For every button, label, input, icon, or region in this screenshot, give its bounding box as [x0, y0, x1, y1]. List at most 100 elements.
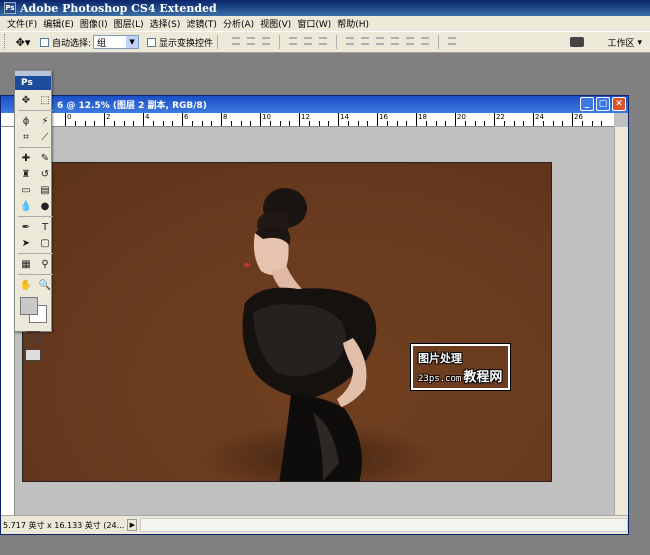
ruler-label: 24	[535, 113, 544, 121]
menu-view[interactable]: 视图(V)	[257, 17, 294, 30]
align-right-icon[interactable]	[317, 35, 329, 47]
status-menu-arrow[interactable]: ▶	[127, 519, 138, 531]
auto-select-dropdown[interactable]: 组 ▼	[93, 35, 140, 49]
magic-wand-tool-icon[interactable]: ⚡	[37, 114, 53, 128]
tool-separator	[18, 147, 53, 148]
separator	[438, 35, 440, 49]
watermark-subtitle: 教程网	[463, 369, 503, 385]
quick-mask-icon	[29, 333, 37, 341]
ruler-label: 8	[223, 113, 228, 121]
ruler-origin[interactable]	[1, 113, 15, 127]
distribute-vcenter-icon[interactable]	[359, 35, 371, 47]
camera-icon[interactable]	[570, 37, 584, 47]
dodge-tool-icon[interactable]: ●	[37, 199, 53, 213]
menu-image[interactable]: 图像(I)	[77, 17, 111, 30]
notes-tool-icon[interactable]: ▦	[18, 257, 34, 271]
auto-align-icon[interactable]	[446, 35, 458, 47]
distribute-top-icon[interactable]	[344, 35, 356, 47]
screen-mode-button[interactable]	[25, 349, 41, 361]
ruler-label: 2	[106, 113, 111, 121]
tool-separator	[18, 216, 53, 217]
ruler-minor-tick	[133, 121, 135, 126]
align-top-icon[interactable]	[230, 35, 242, 47]
ruler-minor-tick	[357, 121, 359, 126]
distribute-bottom-icon[interactable]	[374, 35, 386, 47]
ruler-minor-tick	[123, 121, 125, 126]
ruler-minor-tick	[552, 121, 554, 126]
ruler-minor-tick	[347, 121, 349, 126]
brush-tool-icon[interactable]: ✎	[37, 151, 53, 165]
shape-tool-icon[interactable]: ▢	[37, 236, 53, 250]
foreground-color-swatch[interactable]	[20, 297, 38, 315]
ruler-minor-tick	[84, 121, 86, 126]
lasso-tool-icon[interactable]: ϕ	[18, 114, 34, 128]
ruler-minor-tick	[328, 121, 330, 126]
quick-mask-button[interactable]	[25, 331, 41, 343]
menu-file[interactable]: 文件(F)	[4, 17, 40, 30]
move-tool-icon[interactable]: ✥	[18, 93, 34, 107]
window-controls: _ ▢ ✕	[580, 97, 626, 111]
zoom-tool-icon[interactable]: 🔍	[37, 278, 53, 292]
vertical-ruler[interactable]	[1, 127, 15, 515]
auto-select-checkbox[interactable]	[40, 37, 49, 47]
horizontal-ruler[interactable]: 0 2 4 6 8 10 12 14 16 18 20 22 24 26	[15, 113, 614, 127]
crop-tool-icon[interactable]: ⌗	[18, 130, 34, 144]
ruler-major-tick	[65, 113, 66, 126]
hand-tool-icon[interactable]: ✋	[18, 278, 34, 292]
align-vcenter-icon[interactable]	[245, 35, 257, 47]
menu-analysis[interactable]: 分析(A)	[220, 17, 257, 30]
ruler-minor-tick	[250, 121, 252, 126]
ruler-minor-tick	[396, 121, 398, 126]
path-selection-icon[interactable]: ➤	[18, 236, 34, 250]
history-brush-icon[interactable]: ↺	[37, 167, 53, 181]
menu-window[interactable]: 窗口(W)	[294, 17, 334, 30]
photoshop-logo: Ps	[15, 76, 51, 90]
align-bottom-icon[interactable]	[260, 35, 272, 47]
close-button[interactable]: ✕	[612, 97, 626, 111]
ruler-minor-tick	[191, 121, 193, 126]
watermark: 图片处理 23ps.com 教程网	[410, 343, 511, 391]
chevron-down-icon: ▼	[126, 36, 139, 48]
menu-layer[interactable]: 图层(L)	[111, 17, 147, 30]
eyedropper-tool-icon[interactable]: ⚲	[37, 257, 53, 271]
gradient-tool-icon[interactable]: ▤	[37, 183, 53, 197]
watermark-url: 23ps.com	[418, 373, 462, 384]
vertical-scrollbar[interactable]	[614, 127, 628, 515]
menu-edit[interactable]: 编辑(E)	[40, 17, 77, 30]
ruler-label: 18	[418, 113, 427, 121]
type-tool-icon[interactable]: T	[37, 220, 53, 234]
pen-tool-icon[interactable]: ✒	[18, 220, 34, 234]
blur-tool-icon[interactable]: 💧	[18, 199, 34, 213]
model-figure	[242, 188, 377, 481]
workspace-button[interactable]: 工作区 ▾	[607, 36, 642, 50]
separator	[336, 35, 338, 49]
menu-filter[interactable]: 滤镜(T)	[183, 17, 220, 30]
ruler-major-tick	[455, 113, 456, 126]
menu-help[interactable]: 帮助(H)	[334, 17, 372, 30]
slice-tool-icon[interactable]: ⟋	[37, 130, 53, 144]
show-transform-checkbox[interactable]	[147, 37, 157, 47]
minimize-button[interactable]: _	[580, 97, 594, 111]
watermark-bottom: 23ps.com 教程网	[418, 366, 508, 385]
ruler-major-tick	[572, 113, 573, 126]
clone-stamp-icon[interactable]: ♜	[18, 167, 34, 181]
align-hcenter-icon[interactable]	[302, 35, 314, 47]
horizontal-scrollbar[interactable]	[140, 518, 628, 532]
auto-select-value: 组	[97, 38, 107, 49]
move-tool-icon[interactable]: ✥▾	[12, 34, 34, 50]
marquee-tool-icon[interactable]: ⬚	[37, 93, 53, 107]
healing-brush-icon[interactable]: ✚	[18, 151, 34, 165]
document-title-bar[interactable]: 6 @ 12.5% (图层 2 副本, RGB/8) _ ▢ ✕	[1, 96, 628, 113]
options-grip[interactable]	[4, 34, 7, 50]
eraser-tool-icon[interactable]: ▭	[18, 183, 34, 197]
ruler-major-tick	[221, 113, 222, 126]
menu-select[interactable]: 选择(S)	[147, 17, 184, 30]
chevron-down-icon: ▾	[637, 37, 642, 48]
align-left-icon[interactable]	[287, 35, 299, 47]
app-title: Adobe Photoshop CS4 Extended	[20, 1, 217, 15]
maximize-button[interactable]: ▢	[596, 97, 610, 111]
distribute-right-icon[interactable]	[419, 35, 431, 47]
distribute-left-icon[interactable]	[389, 35, 401, 47]
distribute-hcenter-icon[interactable]	[404, 35, 416, 47]
status-bar: 5.717 英寸 x 16.133 英寸 (24... ▶	[1, 515, 628, 534]
